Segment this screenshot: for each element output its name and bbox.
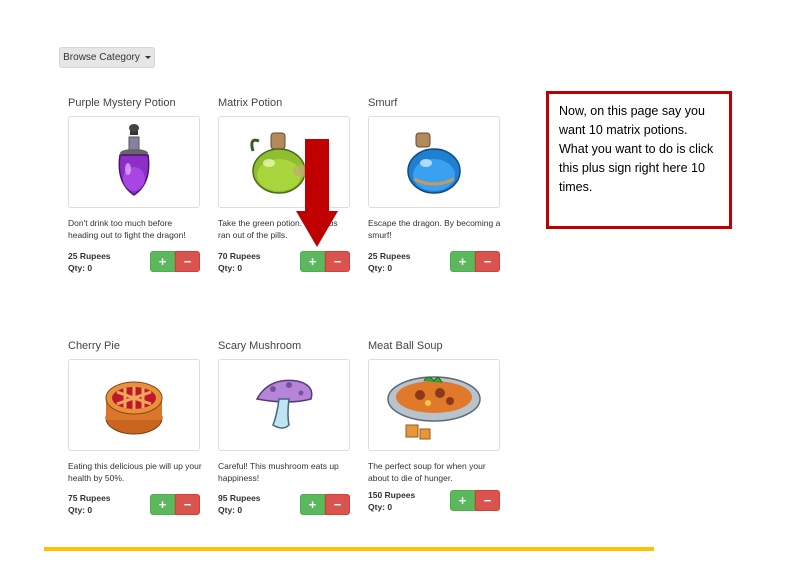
remove-button[interactable]: −	[475, 251, 500, 272]
quantity-buttons: + −	[300, 251, 350, 272]
add-button[interactable]: +	[150, 494, 175, 515]
product-thumbnail[interactable]	[68, 116, 200, 208]
remove-button[interactable]: −	[325, 251, 350, 272]
product-price: 25 Rupees	[68, 251, 111, 261]
product-quantity: Qty: 0	[68, 263, 93, 273]
footer-divider	[44, 547, 654, 551]
browse-category-label: Browse Category	[63, 52, 140, 63]
blue-potion-icon	[407, 132, 461, 194]
caret-down-icon	[144, 56, 151, 59]
quantity-buttons: + −	[150, 494, 200, 515]
remove-button[interactable]: −	[175, 251, 200, 272]
product-price: 150 Rupees	[368, 490, 416, 500]
product-card: Smurf Escape the dragon. By becoming a s…	[368, 97, 500, 277]
product-quantity: Qty: 0	[68, 505, 93, 515]
product-quantity: Qty: 0	[218, 263, 243, 273]
cherry-pie-icon	[105, 381, 163, 435]
product-title: Scary Mushroom	[218, 340, 302, 352]
soup-icon	[387, 376, 481, 440]
product-price: 70 Rupees	[218, 251, 261, 261]
product-title: Purple Mystery Potion	[68, 97, 176, 109]
product-price: 75 Rupees	[68, 493, 111, 503]
product-card: Scary Mushroom Careful! This mushroom ea…	[218, 340, 350, 520]
product-description: Escape the dragon. By becoming a smurf!	[368, 218, 501, 240]
product-description: The perfect soup for when your about to …	[368, 461, 486, 483]
add-button[interactable]: +	[300, 251, 325, 272]
product-title: Matrix Potion	[218, 97, 283, 109]
product-quantity: Qty: 0	[218, 505, 243, 515]
product-thumbnail[interactable]	[368, 359, 500, 451]
add-button[interactable]: +	[300, 494, 325, 515]
product-description: Eating this delicious pie will up your h…	[68, 461, 202, 483]
product-title: Smurf	[368, 97, 398, 109]
add-button[interactable]: +	[150, 251, 175, 272]
browse-category-button[interactable]: Browse Category	[59, 47, 155, 68]
instruction-callout: Now, on this page say you want 10 matrix…	[546, 91, 732, 229]
purple-potion-icon	[118, 124, 150, 196]
product-description: Careful! This mushroom eats up happiness…	[218, 461, 339, 483]
product-thumbnail[interactable]	[68, 359, 200, 451]
product-description: Don't drink too much before heading out …	[68, 218, 186, 240]
remove-button[interactable]: −	[325, 494, 350, 515]
remove-button[interactable]: −	[475, 490, 500, 511]
product-quantity: Qty: 0	[368, 263, 393, 273]
quantity-buttons: + −	[450, 251, 500, 272]
product-card: Purple Mystery Potion Don't drink too mu…	[68, 97, 200, 277]
add-button[interactable]: +	[450, 251, 475, 272]
product-title: Meat Ball Soup	[368, 340, 443, 352]
product-card: Cherry Pie Eating this delicious pie wil…	[68, 340, 202, 520]
remove-button[interactable]: −	[175, 494, 200, 515]
product-quantity: Qty: 0	[368, 502, 393, 512]
quantity-buttons: + −	[450, 490, 500, 511]
add-button[interactable]: +	[450, 490, 475, 511]
down-arrow-icon	[296, 139, 338, 247]
product-price: 25 Rupees	[368, 251, 411, 261]
product-thumbnail[interactable]	[218, 359, 350, 451]
product-price: 95 Rupees	[218, 493, 261, 503]
mushroom-icon	[255, 379, 313, 429]
product-thumbnail[interactable]	[368, 116, 500, 208]
quantity-buttons: + −	[300, 494, 350, 515]
product-card: Meat Ball Soup The perfect soup for when…	[368, 340, 500, 520]
quantity-buttons: + −	[150, 251, 200, 272]
product-title: Cherry Pie	[68, 340, 120, 352]
